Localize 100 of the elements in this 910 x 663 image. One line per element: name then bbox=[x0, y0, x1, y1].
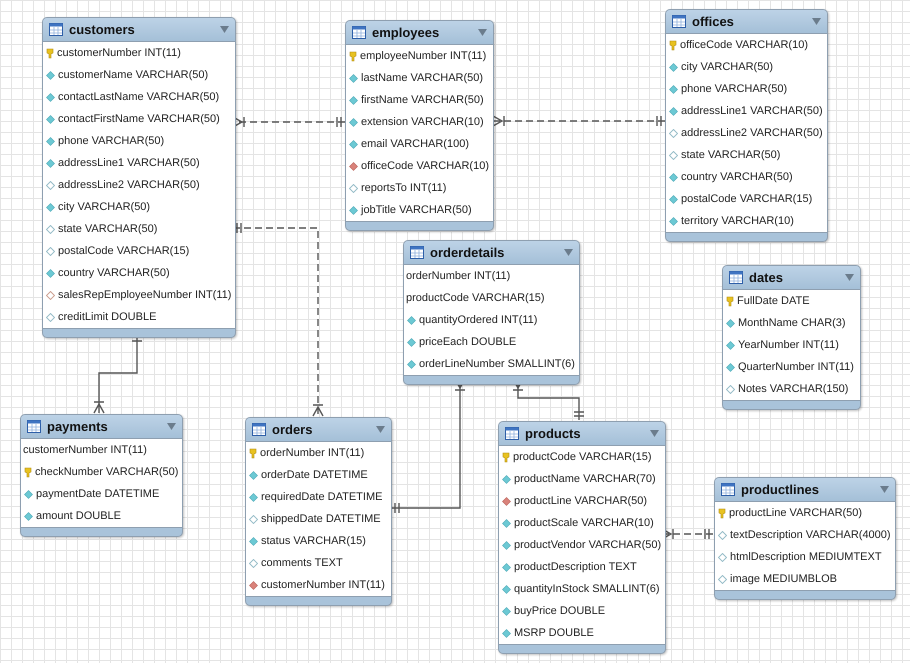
diamond-icon bbox=[249, 536, 258, 546]
hollow-diamond-icon bbox=[669, 150, 678, 160]
table-icon bbox=[49, 23, 63, 36]
column-label: productName VARCHAR(70) bbox=[514, 473, 656, 485]
column-label: YearNumber INT(11) bbox=[738, 339, 839, 351]
diamond-icon bbox=[46, 202, 55, 212]
diamond-icon bbox=[502, 474, 511, 484]
column-label: state VARCHAR(50) bbox=[681, 149, 780, 161]
dropdown-arrow-icon[interactable] bbox=[845, 274, 854, 281]
column-label: MonthName CHAR(3) bbox=[738, 317, 846, 329]
dropdown-arrow-icon[interactable] bbox=[812, 18, 821, 25]
column-label: postalCode VARCHAR(15) bbox=[58, 245, 190, 257]
column-label: quantityOrdered INT(11) bbox=[419, 314, 538, 326]
column-label: officeCode VARCHAR(10) bbox=[361, 160, 489, 172]
column-label: addressLine2 VARCHAR(50) bbox=[58, 179, 200, 191]
table-title: products bbox=[525, 426, 582, 441]
column-label: city VARCHAR(50) bbox=[681, 61, 774, 73]
diamond-icon bbox=[349, 96, 358, 104]
dropdown-arrow-icon[interactable] bbox=[564, 249, 573, 256]
table-title: payments bbox=[47, 419, 109, 434]
hollow-diamond-icon bbox=[669, 128, 678, 138]
column-label: officeCode VARCHAR(10) bbox=[680, 39, 808, 51]
hollow-diamond-icon bbox=[349, 184, 358, 192]
column-label: email VARCHAR(100) bbox=[361, 138, 469, 150]
diamond-icon bbox=[46, 136, 55, 146]
hollow-diamond-icon bbox=[46, 180, 55, 190]
diamond-icon bbox=[46, 158, 55, 168]
key-icon bbox=[24, 466, 32, 478]
diamond-icon bbox=[24, 490, 33, 498]
table-title: orderdetails bbox=[430, 245, 506, 260]
column-label: productCode VARCHAR(15) bbox=[513, 451, 652, 463]
diamond-icon bbox=[249, 580, 258, 590]
hollow-diamond-icon bbox=[726, 384, 735, 394]
column-label: lastName VARCHAR(50) bbox=[361, 72, 484, 84]
column-label: FullDate DATE bbox=[737, 295, 810, 307]
hollow-diamond-icon bbox=[46, 312, 55, 322]
table-title: productlines bbox=[741, 482, 820, 497]
diamond-icon bbox=[349, 74, 358, 82]
dropdown-arrow-icon[interactable] bbox=[478, 29, 487, 36]
diamond-icon bbox=[46, 114, 55, 124]
diamond-icon bbox=[249, 492, 258, 502]
diamond-icon bbox=[407, 338, 416, 346]
diamond-icon bbox=[24, 512, 33, 520]
diamond-icon bbox=[249, 470, 258, 480]
diamond-icon bbox=[46, 268, 55, 278]
dropdown-arrow-icon[interactable] bbox=[376, 426, 385, 433]
column-label: customerNumber INT(11) bbox=[261, 579, 385, 591]
key-icon bbox=[249, 448, 257, 458]
diamond-icon bbox=[46, 92, 55, 102]
dropdown-arrow-icon[interactable] bbox=[880, 486, 889, 493]
diamond-icon bbox=[669, 216, 678, 226]
column-label: productLine VARCHAR(50) bbox=[729, 507, 862, 519]
column-label: paymentDate DATETIME bbox=[36, 488, 160, 500]
column-label: Notes VARCHAR(150) bbox=[738, 383, 848, 395]
dropdown-arrow-icon[interactable] bbox=[167, 423, 176, 430]
column-label: firstName VARCHAR(50) bbox=[361, 94, 484, 106]
column-label: comments TEXT bbox=[261, 557, 343, 569]
column-label: orderLineNumber SMALLINT(6) bbox=[419, 358, 575, 370]
dropdown-arrow-icon[interactable] bbox=[650, 430, 660, 437]
column-label: jobTitle VARCHAR(50) bbox=[361, 204, 472, 216]
diamond-icon bbox=[669, 172, 678, 182]
column-label: textDescription VARCHAR(4000) bbox=[730, 529, 891, 541]
key-icon bbox=[718, 508, 726, 518]
diamond-icon bbox=[502, 606, 511, 616]
column-label: requiredDate DATETIME bbox=[261, 491, 382, 503]
diamond-icon bbox=[407, 360, 416, 368]
column-label: city VARCHAR(50) bbox=[58, 201, 150, 213]
table-title: offices bbox=[692, 14, 735, 29]
column-label: orderDate DATETIME bbox=[261, 469, 368, 481]
column-label: QuarterNumber INT(11) bbox=[738, 361, 854, 373]
column-label: shippedDate DATETIME bbox=[261, 513, 381, 525]
table-icon bbox=[27, 420, 41, 433]
column-label: quantityInStock SMALLINT(6) bbox=[514, 583, 660, 595]
column-label: contactLastName VARCHAR(50) bbox=[58, 91, 220, 103]
column-label: postalCode VARCHAR(15) bbox=[681, 193, 812, 205]
column-label: extension VARCHAR(10) bbox=[361, 116, 484, 128]
column-label: amount DOUBLE bbox=[36, 510, 121, 522]
column-label: addressLine1 VARCHAR(50) bbox=[681, 105, 823, 117]
key-icon bbox=[46, 48, 54, 58]
dropdown-arrow-icon[interactable] bbox=[220, 26, 230, 33]
column-label: salesRepEmployeeNumber INT(11) bbox=[58, 289, 232, 301]
column-label: contactFirstName VARCHAR(50) bbox=[58, 113, 220, 125]
column-label: country VARCHAR(50) bbox=[58, 267, 170, 279]
column-label: phone VARCHAR(50) bbox=[681, 83, 788, 95]
table-title: dates bbox=[749, 270, 784, 285]
diamond-icon bbox=[349, 206, 358, 214]
table-icon bbox=[410, 246, 424, 259]
table-icon bbox=[252, 423, 266, 436]
column-label: addressLine1 VARCHAR(50) bbox=[58, 157, 200, 169]
diamond-icon bbox=[669, 62, 678, 72]
column-label: checkNumber VARCHAR(50) bbox=[35, 466, 178, 478]
key-icon bbox=[726, 296, 734, 306]
table-title: orders bbox=[272, 422, 314, 437]
diamond-icon bbox=[46, 70, 55, 80]
column-label: customerNumber INT(11) bbox=[23, 444, 147, 456]
table-icon bbox=[352, 26, 366, 39]
column-label: priceEach DOUBLE bbox=[419, 336, 516, 348]
diamond-icon bbox=[502, 496, 511, 506]
column-label: customerNumber INT(11) bbox=[57, 47, 181, 59]
diamond-icon bbox=[407, 316, 416, 324]
